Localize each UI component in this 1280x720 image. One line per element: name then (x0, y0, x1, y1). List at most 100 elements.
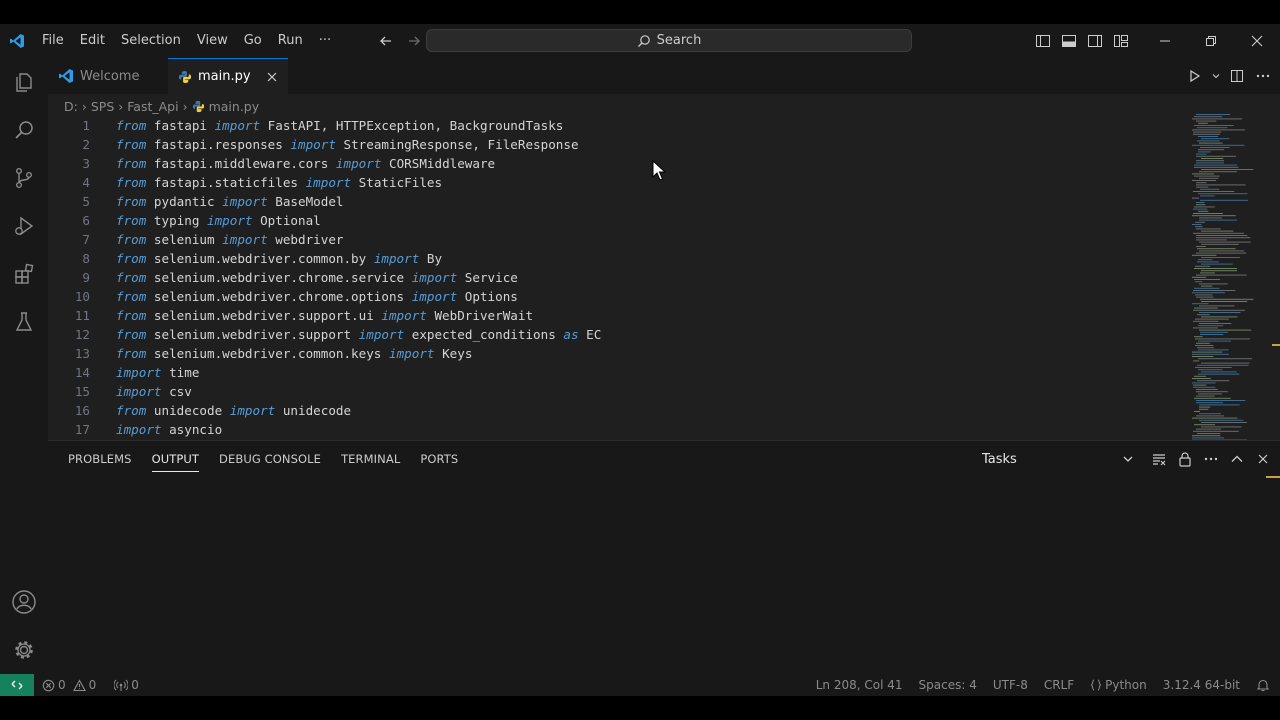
back-arrow-icon[interactable] (377, 32, 395, 50)
encoding[interactable]: UTF-8 (993, 678, 1028, 692)
python-file-icon (192, 100, 204, 112)
code-area[interactable]: 1 from fastapi import FastAPI, HTTPExcept… (48, 116, 1178, 439)
remote-indicator[interactable] (0, 674, 34, 696)
breadcrumb-separator: › (81, 98, 87, 114)
code-line[interactable]: 6 from typing import Optional (48, 211, 1178, 230)
manage-gear-icon[interactable] (0, 626, 48, 674)
minimap-line (1194, 175, 1220, 177)
menu-item-file[interactable]: File (34, 24, 72, 58)
close-panel-icon[interactable] (1252, 448, 1274, 470)
line-number: 16 (74, 403, 90, 418)
line-number: 1 (82, 118, 90, 133)
code-line[interactable]: 13 from selenium.webdriver.common.keys im… (48, 344, 1178, 363)
text-token: expected_conditions (404, 327, 564, 342)
code-line[interactable]: 3 from fastapi.middleware.cors import COR… (48, 154, 1178, 173)
language-mode[interactable]: Python (1090, 678, 1147, 692)
breadcrumb-item[interactable]: SPS (91, 99, 114, 114)
code-line[interactable]: 12 from selenium.webdriver.support import… (48, 325, 1178, 344)
menu-item-more[interactable]: ··· (311, 24, 339, 58)
keyword-token: import (222, 232, 268, 247)
code-line[interactable]: 11 from selenium.webdriver.support.ui imp… (48, 306, 1178, 325)
breadcrumb-item[interactable]: D: (64, 99, 78, 114)
run-and-debug-icon[interactable] (0, 202, 48, 250)
menu-item-view[interactable]: View (189, 24, 236, 58)
code-line[interactable]: 9 from selenium.webdriver.chrome.service … (48, 268, 1178, 287)
testing-flask-icon[interactable] (0, 298, 48, 346)
minimap-line (1196, 186, 1209, 188)
problems-status[interactable]: 0 0 (42, 678, 96, 692)
split-editor-icon[interactable] (1226, 65, 1248, 87)
text-token: EC (578, 327, 602, 342)
code-line[interactable]: 7 from selenium import webdriver (48, 230, 1178, 249)
breadcrumb-item[interactable]: main.py (209, 99, 260, 114)
tab-ports[interactable]: PORTS (410, 441, 468, 477)
scrollbar-marker (1272, 344, 1280, 346)
run-python-file-icon[interactable] (1184, 65, 1206, 87)
minimap[interactable] (1190, 114, 1266, 440)
minimap-line (1201, 316, 1238, 318)
tab-output[interactable]: OUTPUT (142, 441, 209, 477)
editor-scrollbar[interactable] (1266, 94, 1280, 440)
clear-output-icon[interactable] (1148, 448, 1170, 470)
line-endings[interactable]: CRLF (1044, 678, 1074, 692)
menu-item-edit[interactable]: Edit (72, 24, 113, 58)
tab-terminal[interactable]: TERMINAL (331, 441, 410, 477)
toggle-panel-icon[interactable] (1056, 24, 1082, 58)
output-channel-select[interactable]: Tasks (974, 447, 1138, 471)
panel-more-actions-icon[interactable] (1200, 448, 1222, 470)
tab-main-py[interactable]: main.py (168, 58, 288, 94)
minimap-line (1194, 397, 1231, 399)
ports-status[interactable]: 0 (114, 678, 139, 692)
explorer-icon[interactable] (0, 58, 48, 106)
cursor-position[interactable]: Ln 208, Col 41 (816, 678, 903, 692)
more-actions-icon[interactable] (1252, 65, 1274, 87)
line-source: import asyncio (90, 420, 222, 439)
run-dropdown-chevron-icon[interactable] (1210, 65, 1222, 87)
minimap-line (1199, 419, 1244, 421)
maximize-panel-chevron-up-icon[interactable] (1226, 448, 1248, 470)
minimap-line (1196, 202, 1205, 203)
code-line[interactable]: 8 from selenium.webdriver.common.by impor… (48, 249, 1178, 268)
breadcrumb-item[interactable]: Fast_Api (127, 99, 178, 114)
minimap-line (1195, 265, 1211, 267)
restore-icon[interactable] (1188, 24, 1234, 58)
code-line[interactable]: 10 from selenium.webdriver.chrome.options… (48, 287, 1178, 306)
extensions-icon[interactable] (0, 250, 48, 298)
code-line[interactable]: 1 from fastapi import FastAPI, HTTPExcept… (48, 116, 1178, 135)
python-interpreter[interactable]: 3.12.4 64-bit (1163, 678, 1240, 692)
indentation[interactable]: Spaces: 4 (919, 678, 977, 692)
minimap-line (1195, 221, 1205, 223)
code-line[interactable]: 5 from pydantic import BaseModel (48, 192, 1178, 211)
command-center-search[interactable]: Search (426, 29, 912, 52)
tab-problems[interactable]: PROBLEMS (58, 441, 142, 477)
customize-layout-icon[interactable] (1108, 24, 1134, 58)
forward-arrow-icon[interactable] (405, 32, 423, 50)
code-line[interactable]: 14 import time (48, 363, 1178, 382)
lock-scroll-icon[interactable] (1174, 448, 1196, 470)
menu-item-run[interactable]: Run (270, 24, 311, 58)
accounts-icon[interactable] (0, 578, 48, 626)
code-line[interactable]: 4 from fastapi.staticfiles import StaticF… (48, 173, 1178, 192)
close-tab-icon[interactable] (266, 71, 278, 83)
close-window-icon[interactable] (1234, 24, 1280, 58)
minimize-icon[interactable] (1142, 24, 1188, 58)
source-control-icon[interactable] (0, 154, 48, 202)
minimap-line (1198, 210, 1209, 212)
code-line[interactable]: 16 from unidecode import unidecode (48, 401, 1178, 420)
code-editor[interactable]: D: › SPS › Fast_Api › main.py 1 from fastapi im… (48, 94, 1280, 440)
search-view-icon[interactable] (0, 106, 48, 154)
code-line[interactable]: 17 import asyncio (48, 420, 1178, 439)
tab-welcome-label: Welcome (80, 68, 140, 84)
tab-welcome[interactable]: Welcome (48, 58, 168, 94)
toggle-secondary-sidebar-icon[interactable] (1082, 24, 1108, 58)
line-source: from fastapi.responses import StreamingR… (90, 135, 579, 154)
minimap-line (1201, 426, 1242, 428)
toggle-primary-sidebar-icon[interactable] (1030, 24, 1056, 58)
minimap-line (1192, 435, 1221, 437)
menu-item-selection[interactable]: Selection (113, 24, 189, 58)
tab-debug-console[interactable]: DEBUG CONSOLE (209, 441, 331, 477)
menu-item-go[interactable]: Go (236, 24, 270, 58)
notifications-bell-icon[interactable] (1256, 678, 1270, 692)
code-line[interactable]: 15 import csv (48, 382, 1178, 401)
code-line[interactable]: 2 from fastapi.responses import Streaming… (48, 135, 1178, 154)
